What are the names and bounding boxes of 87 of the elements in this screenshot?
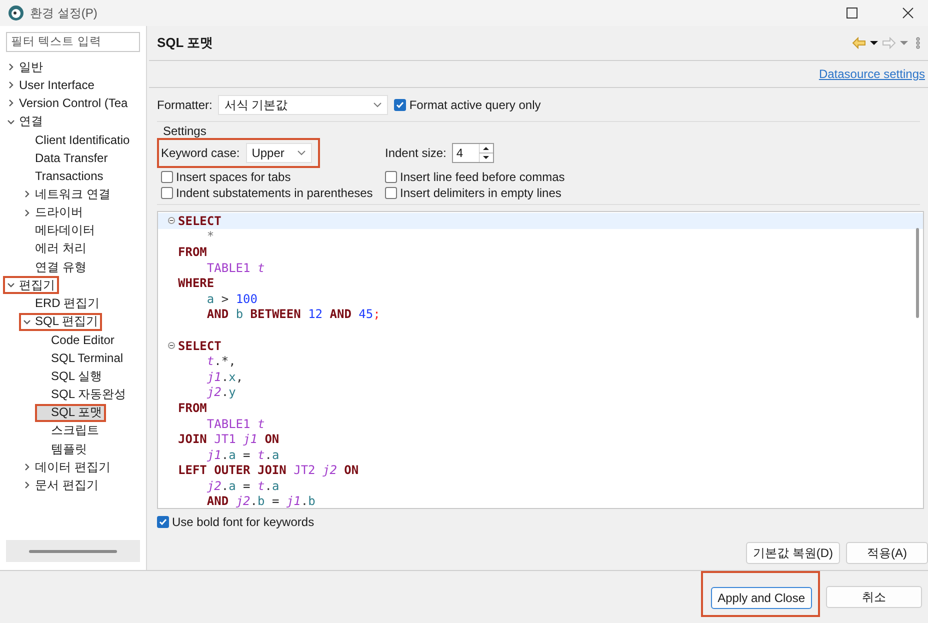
tree-item[interactable]: 편집기 <box>3 276 59 294</box>
chevron-icon[interactable] <box>23 481 31 490</box>
page-button[interactable]: 적용(A) <box>846 542 928 564</box>
tree-item[interactable]: 스크립트 <box>35 422 103 440</box>
more-options-icon[interactable] <box>916 37 920 49</box>
code-line: j2.y <box>206 384 237 400</box>
dialog-button[interactable]: Apply and Close <box>710 587 812 609</box>
chevron-icon[interactable] <box>23 463 31 472</box>
code-line: SELECT <box>158 338 923 354</box>
keyword-case-label: Keyword case: <box>161 146 240 160</box>
datasource-settings-link[interactable]: Datasource settings <box>818 67 925 81</box>
tree-item[interactable]: 메타데이터 <box>19 222 99 240</box>
checkbox[interactable]: Insert spaces for tabs <box>161 170 385 184</box>
dialog-button[interactable]: 취소 <box>826 586 922 608</box>
sql-preview-editor[interactable]: SELECT * FROM TABLE1 t WHERE a > 100 AND b BETWEEN 12 AND 45; SELECT t.*, j1.x, j2.y FROM TABLE1 t JOIN JT1 j1 ON j1.a = t.a LEFT OUTER JOIN JT2 j2 ON j2.a = t.a AND j2.b = j1.b <box>157 211 924 509</box>
tree-item[interactable]: Data Transfer <box>19 149 112 168</box>
checkmark-icon <box>159 518 167 526</box>
code-line: * <box>206 228 216 244</box>
settings-group-label: Settings <box>163 124 208 138</box>
close-icon[interactable] <box>902 7 914 19</box>
code-line: WHERE <box>177 275 216 291</box>
tree-item[interactable]: SQL 편집기 <box>19 312 102 331</box>
tree-item[interactable]: SQL 자동완성 <box>35 385 130 404</box>
code-line: FROM <box>177 400 208 416</box>
indent-size-label: Indent size: <box>385 146 446 160</box>
maximize-icon[interactable] <box>846 7 858 19</box>
tree-item[interactable]: SQL Terminal <box>35 349 128 368</box>
fold-icon[interactable] <box>168 217 175 224</box>
dropdown-caret-icon <box>373 102 382 108</box>
code-line: j2.a = t.a <box>206 478 280 494</box>
code-line: LEFT OUTER JOIN JT2 j2 ON <box>177 462 360 478</box>
checkbox[interactable]: Insert delimiters in empty lines <box>385 186 920 200</box>
code-line: TABLE1 t <box>206 260 266 276</box>
tree-item[interactable]: 일반 <box>3 58 47 76</box>
horizontal-scrollbar[interactable] <box>6 540 140 562</box>
chevron-icon[interactable] <box>7 81 15 90</box>
indent-size-spinner[interactable]: 4 <box>452 143 494 163</box>
spinner-arrows-icon[interactable] <box>479 144 494 162</box>
tree-item[interactable]: User Interface <box>3 76 98 94</box>
code-line: j1.x, <box>206 368 244 385</box>
tree-item[interactable]: 템플릿 <box>35 440 91 458</box>
chevron-icon[interactable] <box>23 208 31 217</box>
tree-item[interactable]: Client Identificatio <box>19 130 134 149</box>
tree-item[interactable]: 문서 편집기 <box>19 476 102 494</box>
page-title: SQL 포맷 <box>157 34 214 52</box>
keyword-case-dropdown[interactable]: Upper <box>246 143 312 163</box>
code-line: FROM <box>177 244 208 260</box>
vertical-scrollbar[interactable] <box>916 228 919 318</box>
code-line: j1.a = t.a <box>206 446 280 462</box>
tree-item[interactable]: 데이터 편집기 <box>19 458 114 476</box>
code-line: JOIN JT1 j1 ON <box>177 431 280 447</box>
tree-item[interactable]: Version Control (Tea <box>3 94 132 112</box>
tree-item[interactable]: Code Editor <box>35 330 118 349</box>
formatter-label: Formatter: <box>157 98 212 112</box>
formatter-dropdown[interactable]: 서식 기본값 <box>218 95 388 115</box>
page-button[interactable]: 기본값 복원(D) <box>746 542 840 564</box>
checkbox[interactable]: Indent substatements in parentheses <box>161 186 385 200</box>
code-line: AND j2.b = j1.b <box>206 494 316 508</box>
chevron-icon[interactable] <box>23 190 31 198</box>
tree-item[interactable]: SQL 포맷 <box>35 404 106 422</box>
checkbox[interactable]: Insert line feed before commas <box>385 170 920 184</box>
checkmark-icon <box>396 101 404 109</box>
dropdown-caret-icon <box>296 150 306 156</box>
code-line: TABLE1 t <box>206 416 266 432</box>
chevron-icon[interactable] <box>7 118 15 126</box>
chevron-icon[interactable] <box>7 63 15 72</box>
window-title: 환경 설정(P) <box>30 4 98 22</box>
code-line: a > 100 <box>206 290 259 307</box>
tree-item[interactable]: 네트워크 연결 <box>19 185 114 204</box>
tree-item[interactable]: 연결 <box>3 112 47 131</box>
fold-icon[interactable] <box>168 342 175 349</box>
code-line: AND b BETWEEN 12 AND 45; <box>206 306 382 322</box>
checkbox[interactable]: Use bold font for keywords <box>157 515 314 529</box>
chevron-icon[interactable] <box>7 281 15 290</box>
chevron-icon[interactable] <box>7 99 15 108</box>
tree-item[interactable]: Transactions <box>19 167 108 186</box>
filter-field[interactable]: 필터 텍스트 입력 <box>6 32 140 52</box>
tree-item[interactable]: 연결 유형 <box>19 258 90 276</box>
code-line: t.*, <box>206 353 237 369</box>
checkbox[interactable]: Format active query only <box>394 98 541 112</box>
chevron-icon[interactable] <box>23 318 31 326</box>
tree-item[interactable]: 에러 처리 <box>19 240 90 258</box>
tree-item[interactable]: ERD 편집기 <box>19 294 104 313</box>
dropdown-caret-icon[interactable] <box>870 40 878 46</box>
tree-item[interactable]: SQL 실행 <box>35 367 106 386</box>
app-logo-icon <box>8 5 24 21</box>
tree-item[interactable]: 드라이버 <box>19 204 87 222</box>
